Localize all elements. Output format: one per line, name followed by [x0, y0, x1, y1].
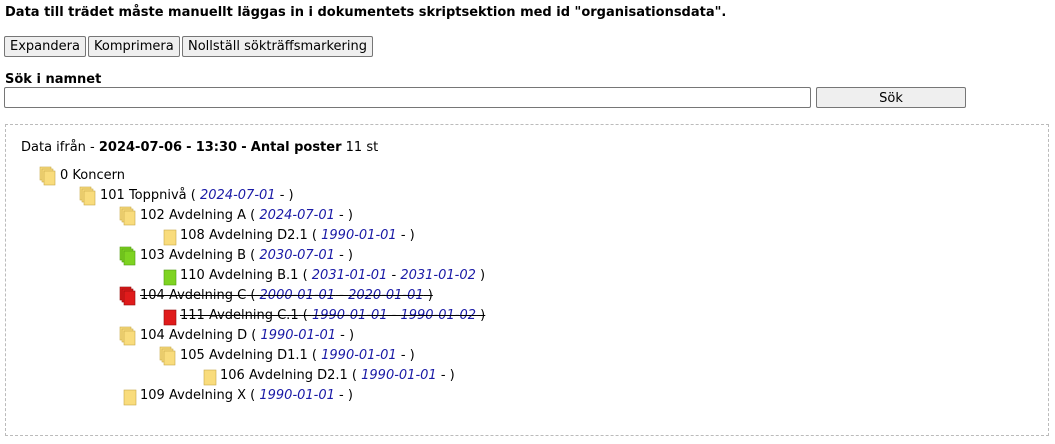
valid-from-date: 1990-01-01	[361, 368, 437, 383]
valid-to-date: 2020-01-01	[348, 288, 424, 303]
folder-multi-icon[interactable]	[118, 326, 138, 346]
node-name: 111 Avdelning C.1	[180, 308, 299, 323]
node-name: 106 Avdelning D2.1	[220, 368, 348, 383]
search-input[interactable]	[4, 87, 811, 108]
folder-multi-icon[interactable]	[38, 166, 58, 186]
valid-from-date: 1990-01-01	[311, 308, 388, 323]
collapse-button[interactable]: Komprimera	[88, 36, 180, 57]
tree-node-label: 103 Avdelning B ( 2030-07-01 - )	[140, 248, 353, 263]
valid-from-date: 2000-01-01	[259, 288, 336, 303]
instruction-text: Data till trädet måste manuellt läggas i…	[5, 5, 727, 20]
valid-to-date: 2031-01-02	[400, 268, 476, 283]
folder-single-icon[interactable]	[158, 306, 178, 326]
node-name: 110 Avdelning B.1	[180, 268, 299, 283]
valid-to-date: 1990-01-02	[400, 308, 477, 323]
tree-node-label: 104 Avdelning D ( 1990-01-01 - )	[140, 328, 355, 343]
search-button[interactable]: Sök	[816, 87, 966, 108]
tree-node-label: 101 Toppnivå ( 2024-07-01 - )	[100, 188, 294, 203]
record-count: 11 st	[345, 140, 379, 155]
node-name: 109 Avdelning X	[140, 388, 247, 403]
node-name: 104 Avdelning D	[140, 328, 248, 343]
valid-from-date: 1990-01-01	[260, 328, 337, 343]
data-sep: -	[186, 140, 192, 155]
valid-from-date: 1990-01-01	[321, 228, 397, 243]
valid-from-date: 2024-07-01	[259, 208, 335, 223]
tree-node-label: 106 Avdelning D2.1 ( 1990-01-01 - )	[220, 368, 455, 383]
search-label: Sök i namnet	[5, 72, 102, 87]
node-name: 102 Avdelning A	[140, 208, 246, 223]
node-name: 105 Avdelning D1.1	[180, 348, 308, 363]
tree-node-label: 105 Avdelning D1.1 ( 1990-01-01 - )	[180, 348, 415, 363]
tree-node-label: 0 Koncern	[60, 166, 125, 186]
data-sep: -	[241, 140, 247, 155]
node-name: 103 Avdelning B	[140, 248, 247, 263]
folder-multi-icon[interactable]	[78, 186, 98, 206]
tree-node-label: 111 Avdelning C.1 ( 1990-01-01 - 1990-01…	[180, 308, 486, 323]
tree-node-label: 109 Avdelning X ( 1990-01-01 - )	[140, 388, 353, 403]
node-name: 101 Toppnivå	[100, 188, 187, 203]
data-date: 2024-07-06	[98, 140, 183, 155]
folder-single-icon[interactable]	[118, 386, 138, 406]
folder-single-icon[interactable]	[198, 366, 218, 386]
tree-node-label: 110 Avdelning B.1 ( 2031-01-01 - 2031-01…	[180, 268, 486, 283]
valid-from-date: 2031-01-01	[311, 268, 388, 283]
tree-node-label: 104 Avdelning C ( 2000-01-01 - 2020-01-0…	[140, 288, 433, 303]
reset-highlight-button[interactable]: Nollställ sökträffsmarkering	[182, 36, 373, 57]
record-count-label: Antal poster	[250, 140, 342, 155]
node-name: 0 Koncern	[60, 168, 125, 183]
folder-multi-icon[interactable]	[118, 206, 138, 226]
data-time: 13:30	[195, 140, 238, 155]
tree-node-label: 102 Avdelning A ( 2024-07-01 - )	[140, 208, 353, 223]
valid-from-date: 2024-07-01	[200, 188, 276, 203]
valid-from-date: 1990-01-01	[321, 348, 397, 363]
folder-multi-icon[interactable]	[158, 346, 178, 366]
expand-button[interactable]: Expandera	[4, 36, 86, 57]
valid-from-date: 2030-07-01	[259, 248, 335, 263]
folder-multi-icon[interactable]	[118, 286, 138, 306]
data-info: Data ifrån - 2024-07-06 - 13:30 - Antal …	[21, 140, 378, 155]
data-info-prefix: Data ifrån -	[21, 140, 95, 155]
tree-node-label: 108 Avdelning D2.1 ( 1990-01-01 - )	[180, 228, 415, 243]
node-name: 104 Avdelning C	[140, 288, 247, 303]
folder-single-icon[interactable]	[158, 226, 178, 246]
node-name: 108 Avdelning D2.1	[180, 228, 308, 243]
valid-from-date: 1990-01-01	[259, 388, 335, 403]
folder-single-icon[interactable]	[158, 266, 178, 286]
folder-multi-icon[interactable]	[118, 246, 138, 266]
